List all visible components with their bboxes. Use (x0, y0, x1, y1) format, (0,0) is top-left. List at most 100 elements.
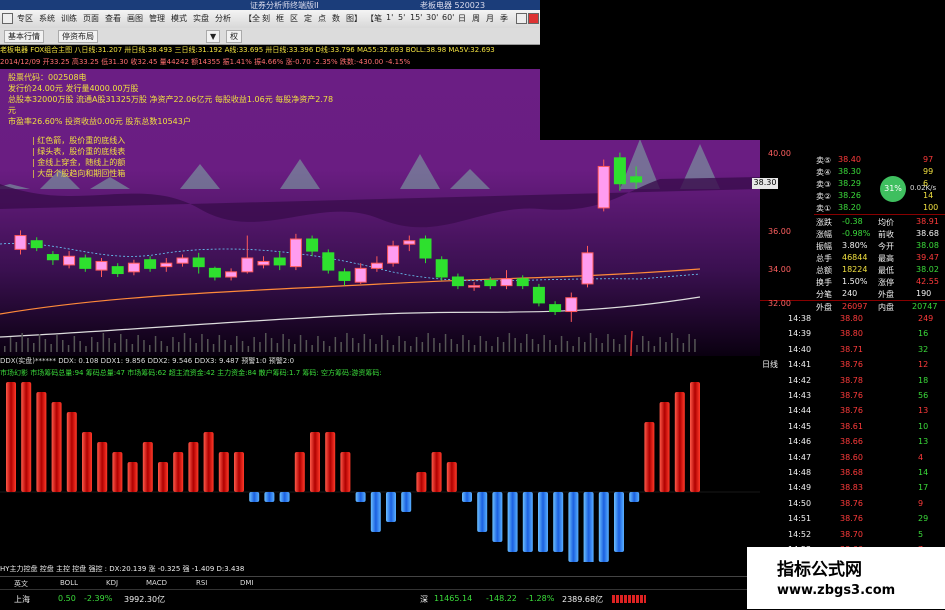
menu-range-item[interactable]: 框 (276, 13, 284, 24)
menu-range-item[interactable]: 区 (290, 13, 298, 24)
tick-row[interactable]: 14:38 38.80 249 (760, 314, 945, 325)
menu-range-item[interactable]: 【全 (244, 13, 260, 24)
tick-row[interactable]: 14:43 38.76 56 (760, 391, 945, 402)
toolbar: 基本行情 停资布局 ▼ 权 (0, 28, 540, 45)
volume-stub (38, 334, 41, 352)
volume-stub (624, 335, 627, 352)
volume-stub (607, 334, 609, 352)
tab-macd[interactable]: MACD (146, 579, 167, 587)
ddx-bar-chart[interactable] (0, 382, 760, 562)
volume-stub (189, 338, 192, 352)
volume-stub (114, 343, 116, 352)
tick-row[interactable]: 14:42 38.78 18 (760, 376, 945, 387)
tick-volume: 14 (918, 468, 929, 477)
tick-row[interactable]: 14:40 38.71 32 (760, 345, 945, 356)
sell-volume: 99 (923, 167, 934, 176)
tick-row[interactable]: 14:47 38.60 4 (760, 453, 945, 464)
market-indicator-header: 市场幻影 市场筹码总量:94 筹码总量:47 市场筹码:62 超主流资金:42 … (0, 368, 760, 380)
menu-item[interactable]: 实盘 (193, 13, 209, 24)
period-button[interactable]: 60' (442, 13, 454, 22)
period-button[interactable]: 日 (458, 13, 466, 24)
basic-quote-button[interactable]: 基本行情 (4, 30, 44, 43)
candle-body (581, 252, 594, 285)
menu-range-item[interactable]: 点 (318, 13, 326, 24)
tick-row[interactable]: 14:46 38.66 13 (760, 437, 945, 448)
period-button[interactable]: 15' (410, 13, 422, 22)
watermark-url: www.zbgs3.com (777, 583, 896, 598)
period-button[interactable]: 1' (386, 13, 393, 22)
period-button[interactable]: 5' (398, 13, 405, 22)
volume-stub (143, 340, 145, 352)
rights-button[interactable]: 权 (226, 30, 242, 43)
candle-body (338, 271, 351, 281)
candle-body (549, 304, 562, 313)
menu-item[interactable]: 分析 (215, 13, 231, 24)
tab-boll[interactable]: BOLL (60, 579, 78, 587)
menu-item[interactable]: 系统 (39, 13, 55, 24)
dropdown-button[interactable]: ▼ (206, 30, 221, 43)
candle-body (289, 238, 302, 268)
volume-stub (224, 340, 226, 352)
stat-key: 涨停 (878, 278, 894, 287)
volume-stub (491, 346, 493, 352)
period-button[interactable]: 周 (472, 13, 480, 24)
tick-row[interactable]: 14:49 38.83 17 (760, 483, 945, 494)
app-icon[interactable] (2, 13, 13, 24)
volume-stub (531, 339, 534, 352)
tab-rsi[interactable]: RSI (196, 579, 207, 587)
layout-button[interactable]: 停资布局 (58, 30, 98, 43)
volume-stub (584, 342, 586, 352)
tab-kdj[interactable]: KDJ (106, 579, 118, 587)
period-button[interactable]: 季 (500, 13, 508, 24)
menu-item[interactable]: 专区 (17, 13, 33, 24)
menu-item[interactable]: 查看 (105, 13, 121, 24)
menu-item[interactable]: 管理 (149, 13, 165, 24)
tick-row[interactable]: 14:48 38.68 14 (760, 468, 945, 479)
tick-row[interactable]: 14:51 38.76 29 (760, 514, 945, 525)
menu-item[interactable]: 模式 (171, 13, 187, 24)
candle-body (322, 252, 335, 271)
ddx-bar (234, 452, 244, 492)
period-button[interactable]: 月 (486, 13, 494, 24)
volume-stub (44, 339, 47, 352)
stat-key: 总手 (816, 254, 832, 263)
sell-price: 38.26 (838, 191, 861, 200)
close-icon[interactable] (528, 13, 539, 24)
stock-info-panel: 股票代码：002508电 发行价24.00元 发行量4000.00万股 总股本3… (8, 72, 338, 178)
period-button[interactable]: 30' (426, 13, 438, 22)
info-line: 股票代码：002508电 (8, 73, 87, 82)
candle-body (30, 240, 43, 249)
tick-volume: 9 (918, 498, 924, 508)
period-button[interactable]: 【笔 (366, 13, 382, 24)
volume-stub (131, 344, 134, 352)
ma-line-white (0, 296, 701, 338)
menu-item[interactable]: 页面 (83, 13, 99, 24)
volume-stub (96, 342, 99, 352)
menu-range-item[interactable]: 图】 (346, 13, 362, 24)
candle-body (160, 262, 173, 268)
tick-row[interactable]: 14:39 38.80 16 (760, 329, 945, 340)
minimize-icon[interactable] (516, 13, 527, 24)
menu-range-item[interactable]: 定 (304, 13, 312, 24)
tick-row[interactable]: 14:44 38.76 13 (760, 406, 945, 417)
tick-time: 14:42 (788, 375, 812, 385)
menu-item[interactable]: 画图 (127, 13, 143, 24)
menu-range-item[interactable]: 刻 (262, 13, 270, 24)
candle-body (419, 238, 432, 259)
tick-row[interactable]: 14:45 38.61 10 (760, 422, 945, 433)
volume-stub (137, 335, 139, 352)
menu-range-item[interactable]: 数 (332, 13, 340, 24)
tab-dmi[interactable]: DMI (240, 579, 254, 587)
tick-volume: 16 (918, 329, 929, 339)
ddx-values: DDX(实盘)****** DDX: 0.108 DDX1: 9.856 DDX… (0, 357, 295, 365)
tick-row[interactable]: 14:52 38.70 5 (760, 530, 945, 541)
sell-volume: 100 (923, 203, 939, 212)
menu-item[interactable]: 训练 (61, 13, 77, 24)
tick-row[interactable]: 14:50 38.76 9 (760, 499, 945, 510)
tick-time: 14:48 (788, 468, 812, 477)
tick-time: 14:49 (788, 483, 812, 493)
volume-stub (294, 344, 296, 352)
tab-english[interactable]: 英文 (14, 579, 28, 589)
volume-stub (381, 335, 383, 352)
tick-row[interactable]: 14:41 38.76 12 (760, 360, 945, 371)
